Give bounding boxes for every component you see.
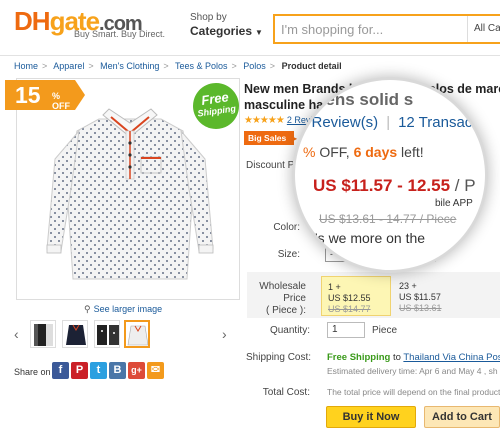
discount-badge-number: 15	[15, 82, 41, 108]
tier-qty: 23 +	[399, 281, 417, 291]
shop-by-categories[interactable]: Shop by Categories ▼	[190, 12, 263, 38]
lens-transactions: 12 Transaction	[398, 114, 485, 131]
chevron-down-icon: ▼	[255, 28, 263, 37]
search-input[interactable]	[275, 16, 455, 42]
google-plus-icon[interactable]: g+	[128, 362, 145, 379]
size-label: Size:	[277, 249, 300, 260]
price-tier-1[interactable]: 1 + US $12.55 US $14.77	[321, 276, 391, 316]
lens-off-text: OFF,	[315, 144, 354, 160]
breadcrumb-tees-polos[interactable]: Tees & Polos	[175, 61, 228, 71]
tier-old-price: US $14.77	[328, 304, 371, 314]
thumb-next-icon[interactable]: ›	[222, 326, 227, 342]
price-tier-2[interactable]: 23 + US $11.57 US $13.61	[393, 276, 463, 316]
lens-mobile-app: bile APP	[435, 198, 473, 209]
lens-price-per: / P	[450, 176, 476, 195]
breadcrumb-polos[interactable]: Polos	[243, 61, 266, 71]
shipping-cost-label: Shipping Cost:	[246, 352, 312, 363]
lens-days: 6 days	[353, 144, 398, 160]
breadcrumb-current: Product detail	[281, 61, 342, 71]
discount-badge: 15 % OFF	[5, 80, 85, 111]
logo-dh: DH	[14, 6, 51, 36]
wholesale-label-line1: Wholesale Price	[259, 281, 306, 304]
thumbnail-4[interactable]	[124, 320, 150, 348]
lens-price-range: US $11.57 - 12.55	[313, 176, 451, 195]
thumbnail-3[interactable]	[94, 320, 120, 348]
tier-qty: 1 +	[328, 282, 341, 292]
quantity-unit: Piece	[372, 325, 398, 336]
logo-tagline: Buy Smart. Buy Direct.	[74, 29, 166, 39]
vk-icon[interactable]: B	[109, 362, 126, 379]
categories-label: Categories	[190, 24, 253, 38]
search-category-select[interactable]: All Cate	[467, 16, 500, 42]
lens-offer-countdown: % OFF, 6 days left!	[303, 144, 424, 160]
tier-price: US $11.57	[399, 292, 441, 302]
thumbnail-2[interactable]	[62, 320, 88, 348]
thumbnail-1[interactable]	[30, 320, 56, 348]
magnifier-lens: nens solid s 2 Review(s)|12 Transaction …	[295, 80, 485, 270]
shipping-destination-link[interactable]: Thailand Via China Post	[403, 352, 500, 363]
lens-left: left!	[397, 144, 424, 160]
twitter-icon[interactable]: t	[90, 362, 107, 379]
wholesale-label-line2: ( Piece ):	[265, 305, 306, 316]
lens-old-price: US $13.61 - 14.77 / Piece	[319, 212, 457, 226]
rating-stars-icon: ★★★★★	[244, 115, 285, 126]
see-larger-label: See larger image	[93, 304, 163, 314]
quantity-label: Quantity:	[269, 325, 310, 336]
free-shipping-text: Free Shipping	[327, 352, 391, 363]
pinterest-icon[interactable]: P	[71, 362, 88, 379]
site-header: DHgate.com Buy Smart. Buy Direct. Shop b…	[0, 0, 500, 56]
big-sales-tag: Big Sales	[244, 131, 295, 145]
discount-badge-off: % OFF	[52, 91, 70, 111]
total-cost-label: Total Cost:	[262, 387, 310, 398]
add-to-cart-button[interactable]: Add to Cart	[424, 406, 500, 428]
breadcrumb-apparel[interactable]: Apparel	[53, 61, 84, 71]
share-label: Share on	[14, 367, 51, 377]
quantity-input[interactable]: 1	[327, 322, 365, 338]
thumb-prev-icon[interactable]: ‹	[14, 326, 19, 342]
lens-reviews-row: 2 Review(s)|12 Transaction	[299, 114, 485, 131]
color-label: Color:	[273, 222, 300, 233]
lens-title-fragment: nens solid s	[315, 90, 414, 109]
breadcrumb: Home > Apparel > Men's Clothing > Tees & Po…	[14, 61, 342, 71]
search-box: All Cate	[273, 14, 500, 44]
see-larger-image-link[interactable]: ⚲ See larger image	[84, 304, 162, 315]
tier-old-price: US $13.61	[399, 303, 442, 313]
breadcrumb-home[interactable]: Home	[14, 61, 38, 71]
lens-pct: %	[303, 144, 316, 160]
estimated-delivery: Estimated delivery time: Apr 6 and May 4…	[327, 366, 498, 376]
email-icon[interactable]: ✉	[147, 362, 164, 379]
shop-by-label: Shop by	[190, 12, 227, 23]
lens-reviews: 2 Review(s)	[299, 114, 379, 131]
breadcrumb-mens-clothing[interactable]: Men's Clothing	[100, 61, 159, 71]
thumbnail-strip: ‹ ›	[14, 320, 239, 350]
shipping-value: Free Shipping to Thailand Via China Post	[327, 352, 500, 363]
lens-price: US $11.57 - 12.55 / P	[313, 176, 476, 196]
facebook-icon[interactable]: f	[52, 362, 69, 379]
total-cost-value: The total price will depend on the final…	[327, 387, 500, 397]
magnifier-icon: ⚲	[84, 304, 91, 314]
buy-now-button[interactable]: Buy it Now	[326, 406, 416, 428]
shipping-to: to	[390, 352, 404, 363]
tier-price: US $12.55	[328, 293, 371, 303]
lens-more-text: 's we more on the	[315, 230, 426, 246]
wholesale-price-label: Wholesale Price ( Piece ):	[256, 281, 306, 317]
